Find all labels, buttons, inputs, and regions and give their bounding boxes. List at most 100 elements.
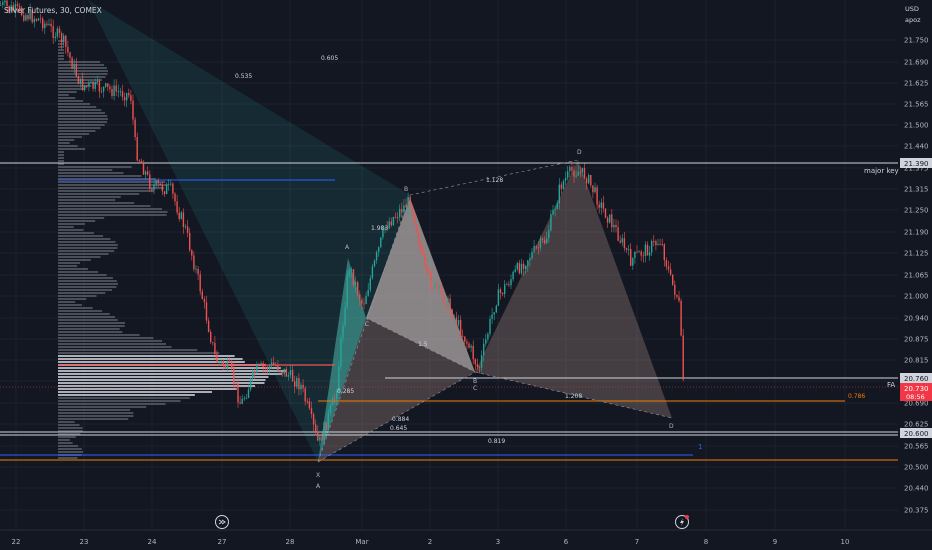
candle-body [390, 221, 392, 226]
candle-body [489, 318, 491, 334]
major-key-label: major key [864, 167, 899, 175]
fib-label-0285: 0.285 [337, 388, 354, 395]
candle-body [569, 166, 571, 172]
price-axis[interactable]: USD apoz 21.75021.69021.62521.56521.5002… [899, 0, 932, 550]
replay-icon[interactable] [215, 515, 229, 529]
fib-label-0819: 0.819 [488, 438, 505, 445]
candle-body [249, 378, 252, 390]
candle-body [63, 35, 65, 43]
candle-body [451, 309, 453, 319]
candle-body [149, 174, 151, 189]
price-tick: 21.315 [904, 186, 929, 194]
candle-body [123, 96, 126, 101]
candle-body [270, 362, 273, 367]
candle-body [571, 166, 573, 171]
candle-body [552, 209, 554, 215]
candle-body [600, 202, 602, 208]
candle-body [613, 224, 615, 228]
key-level-badge-text: 21.390 [904, 160, 929, 168]
candle-body [279, 370, 281, 372]
price-tick: 20.940 [904, 315, 929, 323]
fib-label-0605: 0.605 [321, 55, 338, 62]
candle-body [476, 364, 479, 367]
candle-body [350, 269, 353, 271]
candle-body [155, 180, 157, 185]
candle-body [646, 244, 649, 256]
candle-body [231, 362, 233, 368]
candle-body [287, 375, 290, 377]
candle-body [300, 384, 302, 390]
candle-body [455, 317, 458, 326]
level-760-badge-text: 20.760 [904, 375, 929, 383]
candle-body [128, 93, 130, 96]
fib-label-1983: 1.983 [371, 225, 388, 232]
candle-body [653, 241, 655, 242]
candle-body [186, 226, 189, 233]
candle-body [222, 360, 224, 367]
lightning-icon[interactable] [675, 515, 690, 529]
candle-body [615, 224, 617, 228]
candle-body [430, 273, 432, 288]
candle-body [378, 247, 380, 252]
candle-body [340, 337, 342, 367]
candle-body [321, 436, 323, 441]
candle-body [317, 431, 319, 441]
candle-body [205, 302, 208, 321]
candle-body [65, 35, 67, 47]
candle-body [107, 83, 109, 87]
candle-body [474, 359, 476, 365]
candle-body [134, 119, 136, 138]
candle-body [92, 81, 94, 89]
candle-body [510, 279, 512, 286]
candle-body [674, 284, 676, 295]
candle-body [165, 185, 168, 195]
candle-body [375, 251, 378, 261]
candle-body [214, 342, 216, 355]
price-chart[interactable]: 0.535 0.605 0.285 0.884 0.645 0.819 1.20… [0, 0, 932, 550]
candle-body [493, 312, 495, 315]
time-tick: 28 [286, 538, 295, 546]
time-tick: 8 [704, 538, 708, 546]
candle-body [407, 196, 409, 208]
candle-body [88, 82, 90, 86]
candle-body [233, 367, 235, 384]
candle-body [241, 398, 243, 404]
candle-body [396, 217, 399, 218]
candle-body [499, 289, 502, 293]
price-tick: 20.815 [904, 357, 929, 365]
candle-body [543, 239, 546, 244]
candle-body [527, 260, 529, 266]
candle-body [365, 295, 367, 304]
candle-body [470, 345, 472, 348]
fib-label-0535: 0.535 [235, 73, 252, 80]
candle-body [638, 251, 640, 253]
candle-body [312, 414, 315, 425]
currency-label: USD [905, 5, 919, 13]
symbol-title[interactable]: Silver Futures, 30, COMEX [4, 6, 102, 15]
candle-body [659, 244, 661, 245]
candle-body [176, 201, 178, 213]
candle-body [575, 175, 577, 177]
candle-body [680, 300, 682, 336]
candle-body [672, 274, 674, 285]
point-b-first: B [404, 186, 408, 193]
candle-body [193, 255, 195, 270]
candle-body [592, 185, 594, 193]
candle-body [310, 408, 313, 415]
candle-body [579, 172, 581, 174]
candle-body [84, 85, 86, 90]
candle-body [491, 314, 493, 319]
time-tick: Mar [355, 538, 368, 546]
candle-body [602, 202, 605, 209]
fib-label-1128: 1.128 [486, 177, 503, 184]
candle-body [443, 292, 445, 303]
candle-body [67, 46, 69, 53]
price-tick: 21.065 [904, 272, 929, 280]
candle-body [380, 237, 382, 248]
point-d-second: D [669, 423, 674, 430]
price-tick: 21.190 [904, 229, 929, 237]
candle-body [153, 184, 155, 190]
candle-body [432, 287, 434, 289]
candle-body [369, 278, 371, 290]
candle-body [52, 26, 54, 38]
